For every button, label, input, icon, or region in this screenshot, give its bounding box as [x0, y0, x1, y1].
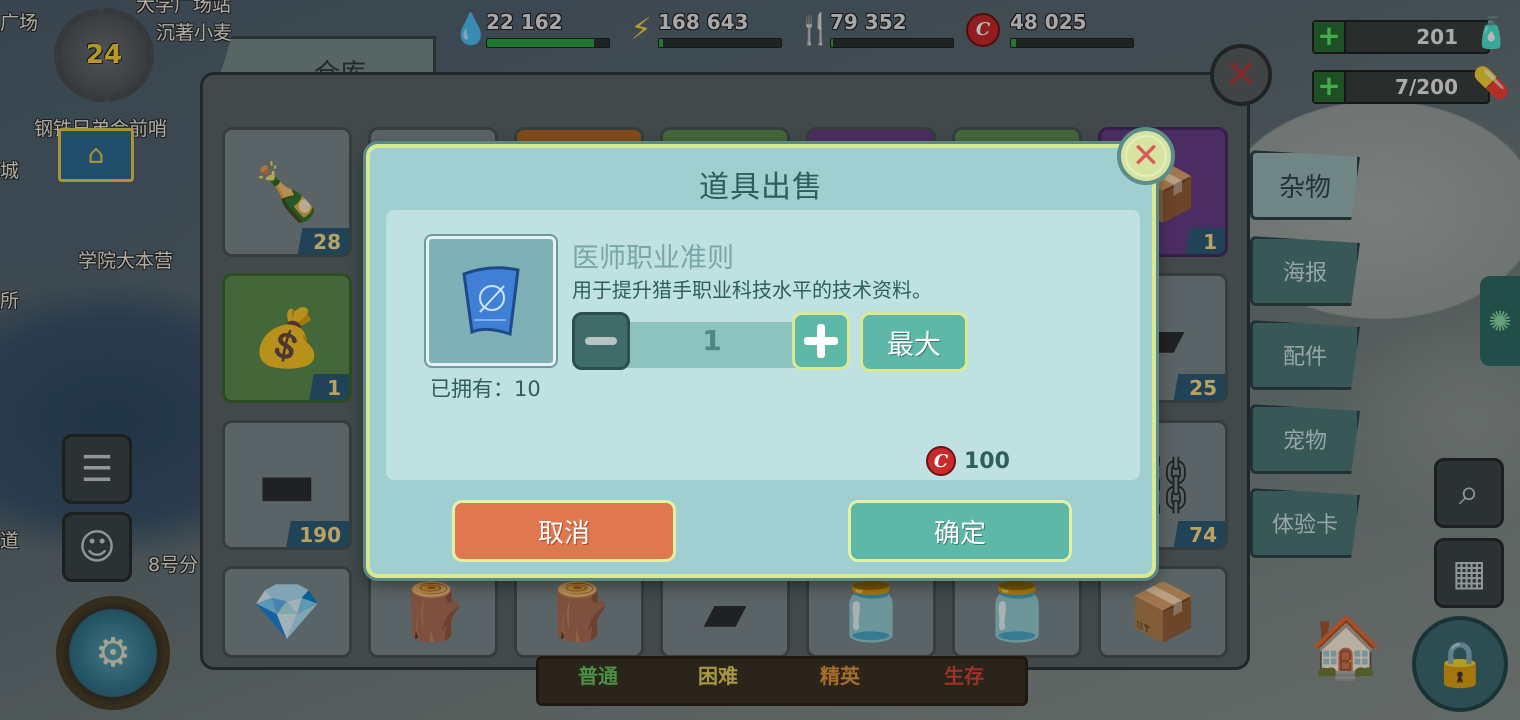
- blueprint-icon: [462, 266, 520, 337]
- item-icon-frame: [426, 236, 556, 366]
- sell-price-value: 100: [964, 448, 1010, 474]
- sell-item-dialog: 道具出售 已拥有：10 医师职业准则 用于提升猎手职业科技水平的技术资料。 1 …: [366, 144, 1156, 578]
- close-icon: ✕: [1131, 136, 1161, 176]
- owned-count: 已拥有：10: [430, 377, 541, 401]
- confirm-button[interactable]: 确定: [848, 500, 1072, 562]
- increase-quantity-button[interactable]: [792, 312, 850, 370]
- plus-icon: [804, 324, 838, 358]
- decrease-quantity-button[interactable]: [572, 312, 630, 370]
- item-name: 医师职业准则: [572, 243, 734, 274]
- item-description: 用于提升猎手职业科技水平的技术资料。: [572, 278, 932, 302]
- cancel-button[interactable]: 取消: [452, 500, 676, 562]
- minus-icon: [585, 337, 617, 345]
- max-quantity-button[interactable]: 最大: [860, 312, 968, 372]
- sell-price: C 100: [926, 446, 1010, 476]
- quantity-value[interactable]: 1: [612, 324, 812, 357]
- dialog-close-button[interactable]: ✕: [1117, 127, 1175, 185]
- dialog-content: 已拥有：10 医师职业准则 用于提升猎手职业科技水平的技术资料。 1 最大 C …: [386, 210, 1140, 480]
- bottle-cap-icon: C: [926, 446, 956, 476]
- dialog-title: 道具出售: [699, 170, 823, 205]
